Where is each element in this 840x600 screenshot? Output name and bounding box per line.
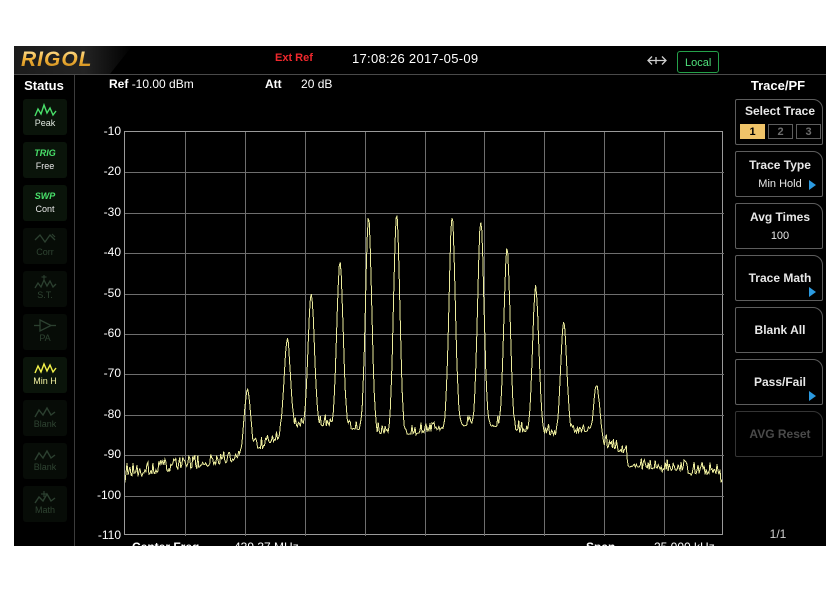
softkey-pass-fail[interactable]: Pass/Fail — [735, 359, 823, 405]
instrument-screen: RIGOL Ext Ref 17:08:26 2017-05-09 Local … — [14, 46, 826, 546]
trace-1-path — [125, 215, 722, 483]
spectrum-trace — [125, 215, 722, 483]
preamp-icon — [33, 316, 58, 333]
status-item-s-t: S.T. — [23, 271, 67, 307]
softkey-avg-reset: AVG Reset — [735, 411, 823, 457]
softkey-menu: Trace/PF Select Trace 1 2 3 Trace Type M… — [730, 75, 826, 546]
status-item-label: Blank — [33, 419, 57, 429]
swp-icon: SWP — [35, 187, 56, 204]
select-trace-label: Select Trace — [744, 104, 816, 118]
trace-option-2[interactable]: 2 — [768, 124, 793, 139]
status-item-peak: Peak — [23, 99, 67, 135]
trace-type-submenu-arrow-icon — [809, 180, 816, 190]
trig-icon: TRIG — [34, 144, 56, 161]
y-axis-tick-label: -50 — [103, 286, 121, 300]
ext-ref-indicator: Ext Ref — [275, 52, 313, 64]
bottom-readout-bar: Center Freq 439.37 MHz Span 25.000 kHz *… — [124, 537, 723, 546]
pass-fail-submenu-arrow-icon — [809, 391, 816, 401]
y-axis-tick-label: -70 — [103, 366, 121, 380]
status-sidebar-title: Status — [24, 78, 64, 93]
rigol-logo-text: RIGOL — [21, 48, 93, 71]
local-mode-label: Local — [685, 57, 712, 69]
menu-page-indicator: 1/1 — [769, 527, 787, 541]
ref-level-value: -10.00 dBm — [131, 77, 194, 91]
status-item-blank: Blank — [23, 400, 67, 436]
status-sidebar: Status Peak TRIG Free SWP Cont Corr S.T. PA Min … — [14, 75, 74, 546]
y-axis-tick-label: -40 — [103, 245, 121, 259]
menu-title: Trace/PF — [750, 78, 806, 93]
y-axis-tick-label: -10 — [103, 124, 121, 138]
status-item-label: S.T. — [37, 290, 53, 300]
plot-area: Ref -10.00 dBm Att 20 dB -10 -20 -30 -40 -50… — [75, 75, 730, 546]
select-trace-options: 1 2 3 — [740, 124, 821, 139]
trace-option-1[interactable]: 1 — [740, 124, 765, 139]
status-item-cont: SWP Cont — [23, 185, 67, 221]
y-axis-tick-label: -60 — [103, 326, 121, 340]
y-axis-tick-label: -30 — [103, 205, 121, 219]
local-mode-badge[interactable]: Local — [677, 51, 720, 73]
trace-blank-icon — [33, 402, 58, 419]
trace-peak-icon — [33, 101, 58, 118]
status-item-min-h: Min H — [23, 357, 67, 393]
trace-minhold-icon — [33, 359, 58, 376]
status-item-label: Blank — [33, 462, 57, 472]
status-item-label: Peak — [34, 118, 56, 128]
top-status-bar: RIGOL Ext Ref 17:08:26 2017-05-09 Local — [14, 46, 826, 75]
status-item-label: Min H — [33, 376, 57, 386]
center-freq-value: 439.37 MHz — [234, 540, 299, 546]
status-item-label: Corr — [36, 247, 54, 257]
status-item-pa: PA — [23, 314, 67, 350]
ref-level-readout: Ref -10.00 dBm — [109, 77, 194, 91]
y-axis-tick-label: -80 — [103, 407, 121, 421]
status-item-free: TRIG Free — [23, 142, 67, 178]
status-item-math: Math — [23, 486, 67, 522]
status-item-top-label: SWP — [34, 191, 56, 201]
status-item-blank: Blank — [23, 443, 67, 479]
status-item-corr: Corr — [23, 228, 67, 264]
status-item-top-label: TRIG — [34, 148, 56, 158]
status-item-label: Free — [35, 161, 55, 171]
y-axis-labels: -10 -20 -30 -40 -50 -60 -70 -80 -90 -100 -110 — [75, 124, 121, 542]
status-item-label: PA — [39, 333, 51, 343]
span-value: 25.000 kHz — [654, 540, 715, 546]
trace-option-3[interactable]: 3 — [796, 124, 821, 139]
status-item-label: Cont — [35, 204, 55, 214]
trace-math-submenu-arrow-icon — [809, 287, 816, 297]
center-freq-label: Center Freq — [132, 540, 199, 546]
trace-math-label: Trace Math — [748, 271, 812, 285]
attenuation-readout: Att 20 dB — [265, 77, 332, 91]
avg-reset-label: AVG Reset — [749, 427, 811, 441]
sweep-time-icon — [33, 273, 58, 290]
attenuation-label: Att — [265, 77, 282, 91]
blank-all-label: Blank All — [754, 323, 806, 337]
softkey-select-trace[interactable]: Select Trace 1 2 3 — [735, 99, 823, 145]
trace-type-label: Trace Type — [749, 158, 811, 172]
y-axis-tick-label: -110 — [97, 528, 121, 542]
y-axis-tick-label: -90 — [103, 447, 121, 461]
softkey-blank-all[interactable]: Blank All — [735, 307, 823, 353]
status-item-label: Math — [34, 505, 55, 515]
pass-fail-label: Pass/Fail — [753, 375, 807, 389]
trace-math-icon — [33, 488, 58, 505]
y-axis-tick-label: -100 — [96, 488, 121, 502]
ref-level-label: Ref — [109, 77, 129, 91]
correction-icon — [33, 230, 58, 247]
softkey-trace-type[interactable]: Trace Type Min Hold — [735, 151, 823, 197]
y-axis-tick-label: -20 — [103, 164, 121, 178]
attenuation-value: 20 dB — [301, 77, 333, 91]
usb-icon — [647, 56, 667, 65]
softkey-trace-math[interactable]: Trace Math — [735, 255, 823, 301]
avg-times-label: Avg Times — [749, 210, 811, 224]
span-label: Span — [586, 540, 615, 546]
softkey-avg-times[interactable]: Avg Times 100 — [735, 203, 823, 249]
datetime-display: 17:08:26 2017-05-09 — [352, 51, 479, 66]
trace-blank-icon — [33, 445, 58, 462]
avg-times-value: 100 — [770, 230, 790, 242]
